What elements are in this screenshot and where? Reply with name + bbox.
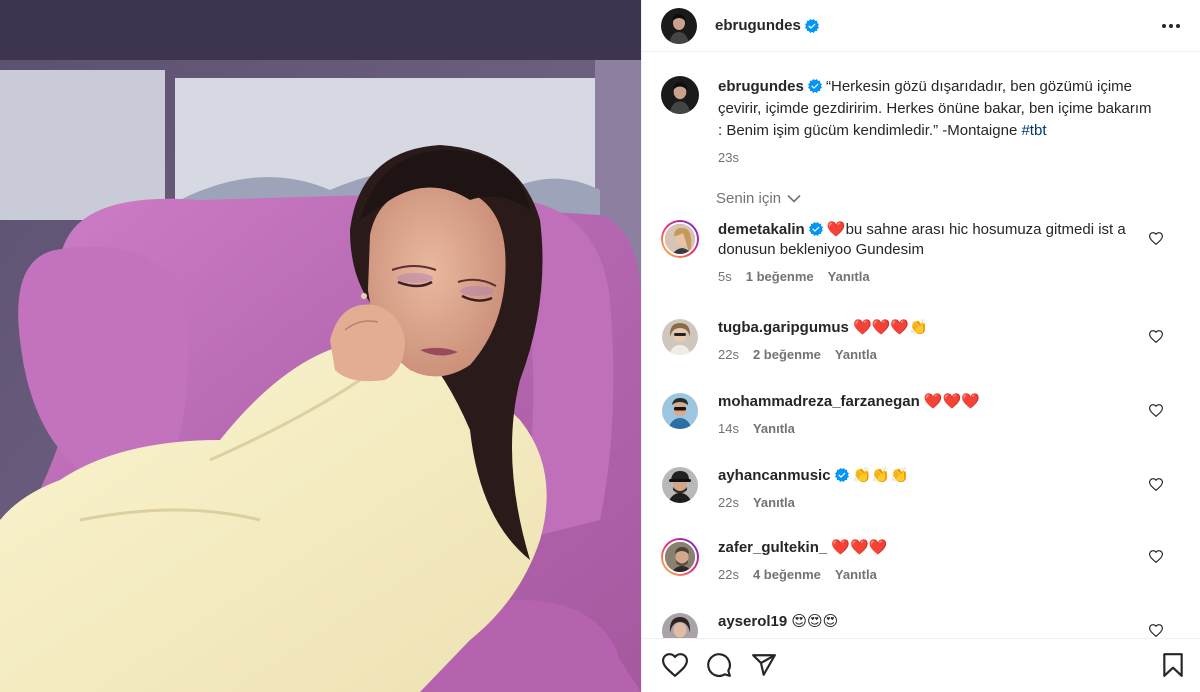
comment-meta: 5s 1 beğenme Yanıtla xyxy=(718,269,1158,284)
commenter-avatar-ring[interactable] xyxy=(661,538,699,576)
verified-badge-icon xyxy=(804,18,819,33)
reply-button[interactable]: Yanıtla xyxy=(753,495,795,510)
commenter-avatar xyxy=(662,467,698,503)
more-horizontal-icon xyxy=(1162,24,1180,28)
comment-item: ayhancanmusic 👏👏👏 22s Yanıtla xyxy=(661,466,1200,510)
post-image xyxy=(0,0,641,692)
commenter-avatar-ring[interactable] xyxy=(661,612,699,638)
heart-icon[interactable] xyxy=(1149,232,1163,245)
comment-text-line: tugba.garipgumus ❤️❤️❤️👏 xyxy=(718,318,1158,338)
post-side-panel: ebrugundes ebrugundes “Herkesin gözü dış… xyxy=(641,0,1200,692)
commenter-username[interactable]: ayserol19 xyxy=(718,613,787,630)
caption-author-username[interactable]: ebrugundes xyxy=(718,78,804,95)
comment-button[interactable] xyxy=(705,651,733,679)
comment-text: ❤️❤️❤️ xyxy=(831,539,888,556)
comment-text-line: demetakalin ❤️bu sahne arası hic hosumuz… xyxy=(718,220,1158,260)
chevron-down-icon xyxy=(787,194,801,203)
bookmark-icon xyxy=(1163,653,1183,677)
comment-text: ❤️❤️❤️ xyxy=(923,393,980,410)
paper-plane-icon xyxy=(752,654,776,676)
caption-author-avatar[interactable] xyxy=(661,76,699,114)
instagram-post: ebrugundes ebrugundes “Herkesin gözü dış… xyxy=(0,0,1200,692)
reply-button[interactable]: Yanıtla xyxy=(835,567,877,582)
post-header: ebrugundes xyxy=(642,0,1200,52)
comment-sort-dropdown[interactable]: Senin için xyxy=(716,190,801,207)
comment-item: tugba.garipgumus ❤️❤️❤️👏 22s 2 beğenme Y… xyxy=(661,318,1200,362)
commenter-username[interactable]: mohammadreza_farzanegan xyxy=(718,393,920,410)
caption-hashtag[interactable]: #tbt xyxy=(1021,122,1046,139)
post-photo[interactable] xyxy=(0,0,641,692)
comment-likes-count[interactable]: 1 beğenme xyxy=(746,269,814,284)
verified-badge-icon xyxy=(807,79,822,93)
comment-text-line: zafer_gultekin_ ❤️❤️❤️ xyxy=(718,538,1158,558)
commenter-avatar-ring[interactable] xyxy=(661,220,699,258)
heart-icon[interactable] xyxy=(1149,404,1163,417)
save-button[interactable] xyxy=(1159,651,1187,679)
commenter-avatar-ring[interactable] xyxy=(661,318,699,356)
commenter-avatar xyxy=(662,319,698,355)
comment-text-line: mohammadreza_farzanegan ❤️❤️❤️ xyxy=(718,392,1158,412)
comment-time: 14s xyxy=(718,421,739,436)
comment-meta: 14s Yanıtla xyxy=(718,421,1158,436)
comment-time: 22s xyxy=(718,495,739,510)
commenter-avatar-ring[interactable] xyxy=(661,466,699,504)
comment-likes-count[interactable]: 4 beğenme xyxy=(753,567,821,582)
author-username[interactable]: ebrugundes xyxy=(715,17,801,34)
comment-meta: 22s Yanıtla xyxy=(718,495,1158,510)
comment-body: ayserol19 😍😍😍 xyxy=(718,612,1158,638)
commenter-username[interactable]: demetakalin xyxy=(718,221,805,238)
commenter-username[interactable]: tugba.garipgumus xyxy=(718,319,849,336)
comment-text: ❤️❤️❤️👏 xyxy=(853,319,928,336)
reply-button[interactable]: Yanıtla xyxy=(835,347,877,362)
comment-text-line: ayserol19 😍😍😍 xyxy=(718,612,1158,632)
comment-body: demetakalin ❤️bu sahne arası hic hosumuz… xyxy=(718,220,1158,284)
comment-likes-count[interactable]: 2 beğenme xyxy=(753,347,821,362)
heart-icon[interactable] xyxy=(1149,330,1163,343)
more-options-button[interactable] xyxy=(1159,14,1183,38)
comment-text-line: ayhancanmusic 👏👏👏 xyxy=(718,466,1158,486)
comment-meta: 22s 2 beğenme Yanıtla xyxy=(718,347,1158,362)
heart-icon xyxy=(662,653,688,677)
comment-body: zafer_gultekin_ ❤️❤️❤️ 22s 4 beğenme Yan… xyxy=(718,538,1158,582)
comment-body: ayhancanmusic 👏👏👏 22s Yanıtla xyxy=(718,466,1158,510)
comment-body: mohammadreza_farzanegan ❤️❤️❤️ 14s Yanıt… xyxy=(718,392,1158,436)
heart-icon[interactable] xyxy=(1149,624,1163,637)
comment-bubble-icon xyxy=(707,653,731,677)
comment-text: 😍😍😍 xyxy=(791,613,839,630)
commenter-avatar xyxy=(662,393,698,429)
comment-time: 5s xyxy=(718,269,732,284)
comment-text: 👏👏👏 xyxy=(852,467,909,484)
caption-body: ebrugundes “Herkesin gözü dışarıdadır, b… xyxy=(718,76,1158,165)
comment-meta: 22s 4 beğenme Yanıtla xyxy=(718,567,1158,582)
comment-item: demetakalin ❤️bu sahne arası hic hosumuz… xyxy=(661,220,1200,284)
commenter-avatar-ring[interactable] xyxy=(661,392,699,430)
post-actions-bar xyxy=(642,638,1200,692)
comment-time: 22s xyxy=(718,567,739,582)
comments-section[interactable]: ebrugundes “Herkesin gözü dışarıdadır, b… xyxy=(642,52,1200,638)
heart-icon[interactable] xyxy=(1149,550,1163,563)
sort-label: Senin için xyxy=(716,190,782,207)
post-caption: ebrugundes “Herkesin gözü dışarıdadır, b… xyxy=(661,76,1181,165)
author-avatar[interactable] xyxy=(661,7,697,44)
commenter-avatar xyxy=(662,613,698,638)
reply-button[interactable]: Yanıtla xyxy=(753,421,795,436)
like-button[interactable] xyxy=(661,651,689,679)
verified-badge-icon xyxy=(834,468,849,482)
commenter-avatar xyxy=(663,222,697,256)
verified-badge-icon xyxy=(808,222,823,236)
commenter-avatar xyxy=(663,540,697,574)
heart-icon[interactable] xyxy=(1149,478,1163,491)
reply-button[interactable]: Yanıtla xyxy=(828,269,870,284)
share-button[interactable] xyxy=(750,651,778,679)
comment-item: zafer_gultekin_ ❤️❤️❤️ 22s 4 beğenme Yan… xyxy=(661,538,1200,582)
comment-body: tugba.garipgumus ❤️❤️❤️👏 22s 2 beğenme Y… xyxy=(718,318,1158,362)
commenter-username[interactable]: ayhancanmusic xyxy=(718,467,831,484)
caption-time: 23s xyxy=(718,150,739,165)
comment-item: mohammadreza_farzanegan ❤️❤️❤️ 14s Yanıt… xyxy=(661,392,1200,436)
comment-time: 22s xyxy=(718,347,739,362)
comment-item: ayserol19 😍😍😍 xyxy=(661,612,1200,638)
caption-text: ebrugundes “Herkesin gözü dışarıdadır, b… xyxy=(718,76,1158,142)
commenter-username[interactable]: zafer_gultekin_ xyxy=(718,539,827,556)
